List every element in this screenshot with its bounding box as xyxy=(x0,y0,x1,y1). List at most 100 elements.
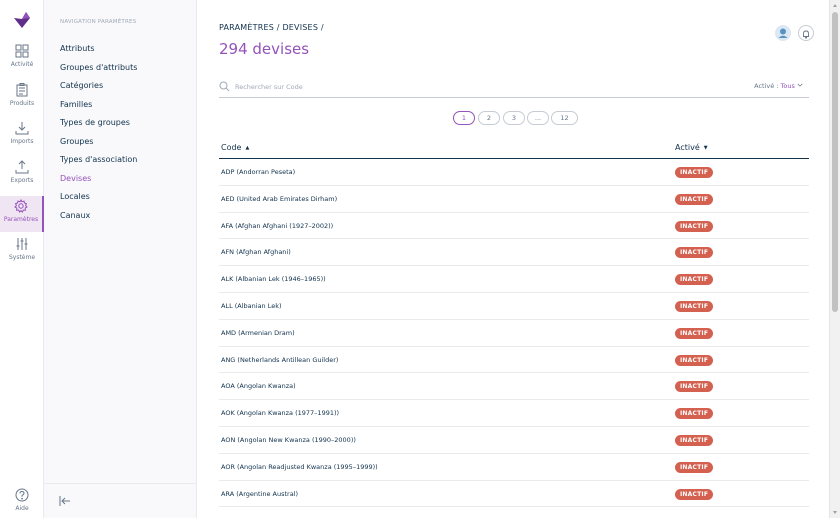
rail-item-label: Activité xyxy=(10,61,34,68)
subnav-item-group-types[interactable]: Types de groupes xyxy=(60,116,137,135)
collapse-panel-icon[interactable] xyxy=(58,494,72,508)
rail-item-label: Imports xyxy=(10,138,34,145)
status-badge: INACTIF xyxy=(675,461,714,473)
main-menu-rail: Activité Produits Imports Exports Paramè… xyxy=(0,0,44,518)
status-badge: INACTIF xyxy=(675,408,714,420)
status-badge: INACTIF xyxy=(675,327,714,339)
page-title: 294 devises xyxy=(219,40,310,58)
rail-item-label: Paramètres xyxy=(3,216,39,223)
table-row[interactable]: AED (United Arab Emirates Dirham) INACTIF xyxy=(219,186,809,213)
enabled-filter-dropdown[interactable]: Activé : Tous xyxy=(754,82,803,90)
settings-icon xyxy=(14,199,28,213)
status-badge: INACTIF xyxy=(675,488,714,500)
rail-item-products[interactable]: Produits xyxy=(0,83,44,117)
rail-item-label: Exports xyxy=(10,177,34,184)
table-row[interactable]: ALL (Albanian Lek) INACTIF xyxy=(219,293,809,320)
table-row[interactable]: ARA (Argentine Austral) INACTIF xyxy=(219,481,809,508)
help-icon xyxy=(15,488,29,502)
currency-code-cell: AOA (Angolan Kwanza) xyxy=(221,382,296,391)
notifications-button[interactable] xyxy=(798,25,814,41)
rail-item-help[interactable]: Aide xyxy=(0,488,44,518)
status-badge: INACTIF xyxy=(675,354,714,366)
scroll-up-arrow-icon[interactable] xyxy=(833,4,837,7)
table-row[interactable]: AON (Angolan New Kwanza (1990–2000)) INAC… xyxy=(219,427,809,454)
page-button-1[interactable]: 1 xyxy=(453,111,475,125)
breadcrumb-settings[interactable]: PARAMÈTRES xyxy=(219,23,274,32)
page-button-12[interactable]: 12 xyxy=(551,111,578,125)
help-label: Aide xyxy=(15,505,29,512)
status-badge: INACTIF xyxy=(675,274,714,286)
currency-code-cell: AFN (Afghan Afghani) xyxy=(221,248,291,257)
currency-code-cell: AMD (Armenian Dram) xyxy=(221,328,295,337)
column-header-enabled[interactable]: Activé ▼ xyxy=(675,143,708,152)
column-header-label: Code xyxy=(221,143,242,152)
currency-code-cell: ANG (Netherlands Antillean Guilder) xyxy=(221,355,339,364)
rail-item-system[interactable]: Système xyxy=(0,237,44,271)
subnav-item-groups[interactable]: Groupes xyxy=(60,135,137,154)
subnav-item-families[interactable]: Familles xyxy=(60,98,137,117)
rail-item-activity[interactable]: Activité xyxy=(0,44,44,78)
currency-code-cell: ALL (Albanian Lek) xyxy=(221,302,282,310)
page-button-2[interactable]: 2 xyxy=(478,111,500,125)
currency-code-cell: AOK (Angolan Kwanza (1977–1991)) xyxy=(221,409,340,418)
main-content: PARAMÈTRES / DEVISES / 294 devises Activ… xyxy=(197,0,829,518)
status-badge: INACTIF xyxy=(675,301,714,312)
filter-label: Activé : xyxy=(754,82,779,90)
rail-item-label: Système xyxy=(8,254,36,261)
rail-item-label: Produits xyxy=(9,100,35,107)
scrollbar-thumb[interactable] xyxy=(832,12,838,312)
subnav-item-attributes[interactable]: Attributs xyxy=(60,42,137,61)
breadcrumb-currencies[interactable]: DEVISES xyxy=(282,23,318,32)
table-row[interactable]: AMD (Armenian Dram) INACTIF xyxy=(219,320,809,347)
currency-code-cell: ALK (Albanian Lek (1946–1965)) xyxy=(221,275,326,284)
status-badge: INACTIF xyxy=(675,381,714,393)
subnav-item-locales[interactable]: Locales xyxy=(60,190,137,209)
column-header-code[interactable]: Code ▲ xyxy=(221,143,249,152)
breadcrumb-separator: / xyxy=(320,23,324,32)
page-button-3[interactable]: 3 xyxy=(503,111,525,125)
search-input[interactable] xyxy=(235,80,635,94)
subnav-item-association-types[interactable]: Types d'association xyxy=(60,153,137,172)
table-row[interactable]: AOK (Angolan Kwanza (1977–1991)) INACTIF xyxy=(219,400,809,427)
status-badge: INACTIF xyxy=(675,220,714,232)
akeneo-logo-icon[interactable] xyxy=(12,10,32,30)
table-row[interactable]: AOA (Angolan Kwanza) INACTIF xyxy=(219,373,809,401)
table-row[interactable]: ANG (Netherlands Antillean Guilder) INACT… xyxy=(219,347,809,374)
user-avatar-icon xyxy=(778,28,788,38)
currency-code-cell: AOR (Angolan Readjusted Kwanza (1995–199… xyxy=(221,462,378,471)
chevron-down-icon xyxy=(797,83,803,87)
table-row[interactable]: AFN (Afghan Afghani) INACTIF xyxy=(219,239,809,267)
search-bar: Activé : Tous xyxy=(219,78,809,98)
table-header: Code ▲ Activé ▼ xyxy=(219,140,809,159)
dashboard-icon xyxy=(15,44,29,58)
rail-item-imports[interactable]: Imports xyxy=(0,121,44,155)
status-badge: INACTIF xyxy=(675,435,714,446)
subnav-list: Attributs Groupes d'attributs Catégories… xyxy=(60,42,137,227)
subnav-item-channels[interactable]: Canaux xyxy=(60,209,137,228)
export-icon xyxy=(15,160,29,174)
rail-item-settings[interactable]: Paramètres xyxy=(0,196,44,232)
vertical-scrollbar[interactable] xyxy=(829,0,840,518)
breadcrumb: PARAMÈTRES / DEVISES / xyxy=(219,23,324,32)
filter-value: Tous xyxy=(780,82,795,90)
subnav-item-currencies[interactable]: Devises xyxy=(60,172,137,191)
rail-item-exports[interactable]: Exports xyxy=(0,160,44,194)
column-header-label: Activé xyxy=(675,143,700,152)
table-row[interactable]: AFA (Afghan Afghani (1927–2002)) INACTIF xyxy=(219,213,809,240)
table-row[interactable]: ADP (Andorran Peseta) INACTIF xyxy=(219,159,809,186)
search-icon xyxy=(219,81,230,92)
scroll-down-arrow-icon[interactable] xyxy=(833,511,837,514)
subnav-title: NAVIGATION PARAMÈTRES xyxy=(60,19,137,25)
subnav-item-attribute-groups[interactable]: Groupes d'attributs xyxy=(60,61,137,80)
user-avatar-button[interactable] xyxy=(775,25,791,41)
products-icon xyxy=(16,83,28,97)
currency-code-cell: ARA (Argentine Austral) xyxy=(221,489,299,498)
table-row[interactable]: ALK (Albanian Lek (1946–1965)) INACTIF xyxy=(219,266,809,293)
currency-code-cell: AED (United Arab Emirates Dirham) xyxy=(221,194,338,203)
subnav-item-categories[interactable]: Catégories xyxy=(60,79,137,98)
currency-code-cell: AON (Angolan New Kwanza (1990–2000)) xyxy=(221,436,356,444)
table-row[interactable]: AOR (Angolan Readjusted Kwanza (1995–199… xyxy=(219,454,809,481)
status-badge: INACTIF xyxy=(675,167,714,178)
sort-descending-icon: ▼ xyxy=(703,145,708,151)
settings-navigation-panel: NAVIGATION PARAMÈTRES Attributs Groupes … xyxy=(44,0,197,518)
